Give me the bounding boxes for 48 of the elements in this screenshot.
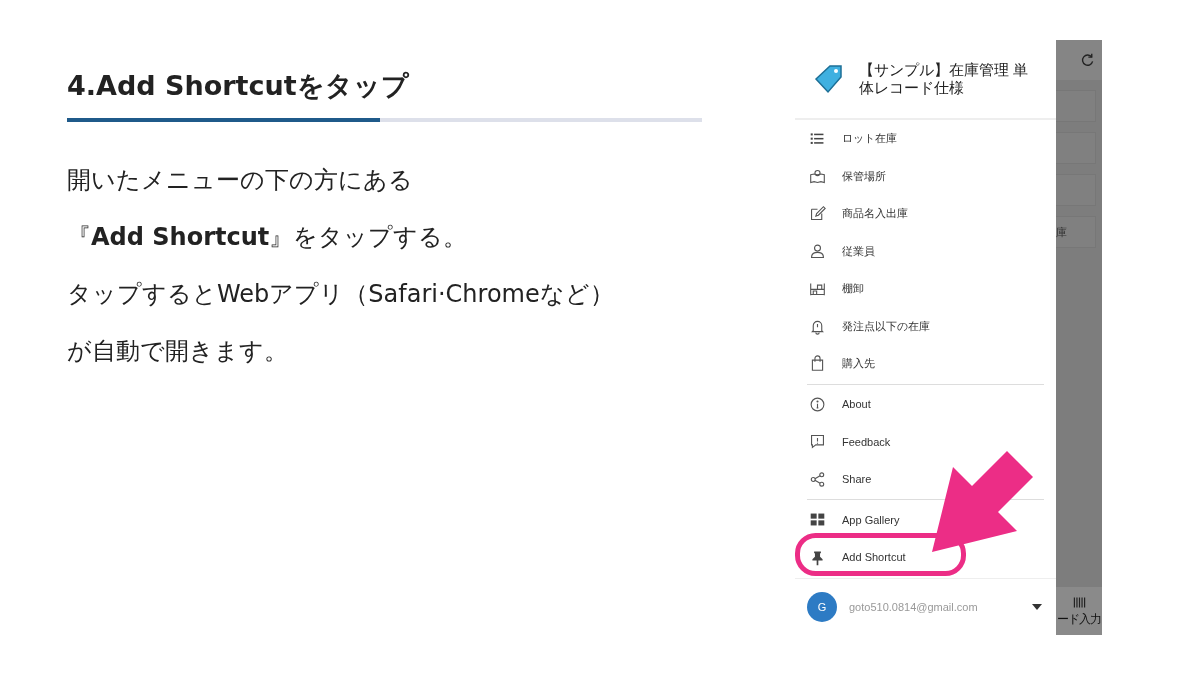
map-pin-icon <box>809 167 826 185</box>
menu-item-label: ロット在庫 <box>842 131 897 147</box>
menu-item[interactable]: 発注点以下の在庫 <box>795 307 936 345</box>
input-field[interactable] <box>1056 90 1096 122</box>
caret-icon[interactable] <box>1032 604 1042 610</box>
menu-item-label: Share <box>842 473 872 486</box>
background-text: 庫 <box>1056 224 1067 240</box>
account-email: goto510.0814@gmail.com <box>849 601 979 613</box>
menu-item[interactable]: 商品名入出庫 <box>795 195 914 233</box>
input-field[interactable] <box>1056 132 1096 164</box>
input-field[interactable] <box>1056 174 1096 206</box>
edit-icon <box>809 205 826 223</box>
menu-item-label: 棚卸 <box>842 281 864 297</box>
body-text: 開いたメニューの下の方にある <box>67 165 414 196</box>
menu-item-label: 商品名入出庫 <box>842 206 908 222</box>
refresh-icon[interactable] <box>1079 51 1096 69</box>
feedback-icon <box>809 433 826 451</box>
menu-item-label: 発注点以下の在庫 <box>842 318 930 334</box>
body-text: 『Add Shortcut』をタップする。 <box>67 222 469 253</box>
menu-item[interactable]: Feedback <box>795 423 897 461</box>
menu-item[interactable]: 購入先 <box>795 345 881 383</box>
menu-item[interactable]: 保管場所 <box>795 157 892 195</box>
app-title: 【サンプル】在庫管理 単体レコード仕様 <box>859 61 1030 97</box>
menu-item-label: 購入先 <box>842 356 875 372</box>
menu-item[interactable]: 従業員 <box>795 232 881 270</box>
person-icon <box>809 242 826 260</box>
menu-item-label: About <box>842 398 871 411</box>
menu-item-label: Add Shortcut <box>842 551 906 564</box>
menu-item-label: App Gallery <box>842 513 900 526</box>
shelf-icon <box>809 280 826 298</box>
menu-item[interactable]: Add Shortcut <box>795 538 912 576</box>
info-icon <box>809 395 826 413</box>
menu-item[interactable]: ロット在庫 <box>795 120 903 158</box>
menu-item[interactable]: Share <box>795 460 878 498</box>
background-text: ード入力 <box>1057 611 1101 628</box>
bag-icon <box>809 355 826 373</box>
menu-item-label: 保管場所 <box>842 168 886 184</box>
avatar: G <box>807 592 837 622</box>
body-text: が自動で開きます。 <box>67 336 289 367</box>
tag-icon <box>813 63 845 95</box>
menu-item-label: 従業員 <box>842 243 875 259</box>
body-text: タップするとWebアプリ（Safari·Chromeなど） <box>67 279 615 310</box>
share-icon <box>809 470 826 488</box>
menu-item[interactable]: App Gallery <box>795 501 906 539</box>
menu-item-label: Feedback <box>842 435 891 448</box>
menu-item[interactable]: About <box>795 385 877 423</box>
heading: 4.Add Shortcutをタップ <box>67 69 410 103</box>
menu-item[interactable]: 棚卸 <box>795 270 870 308</box>
